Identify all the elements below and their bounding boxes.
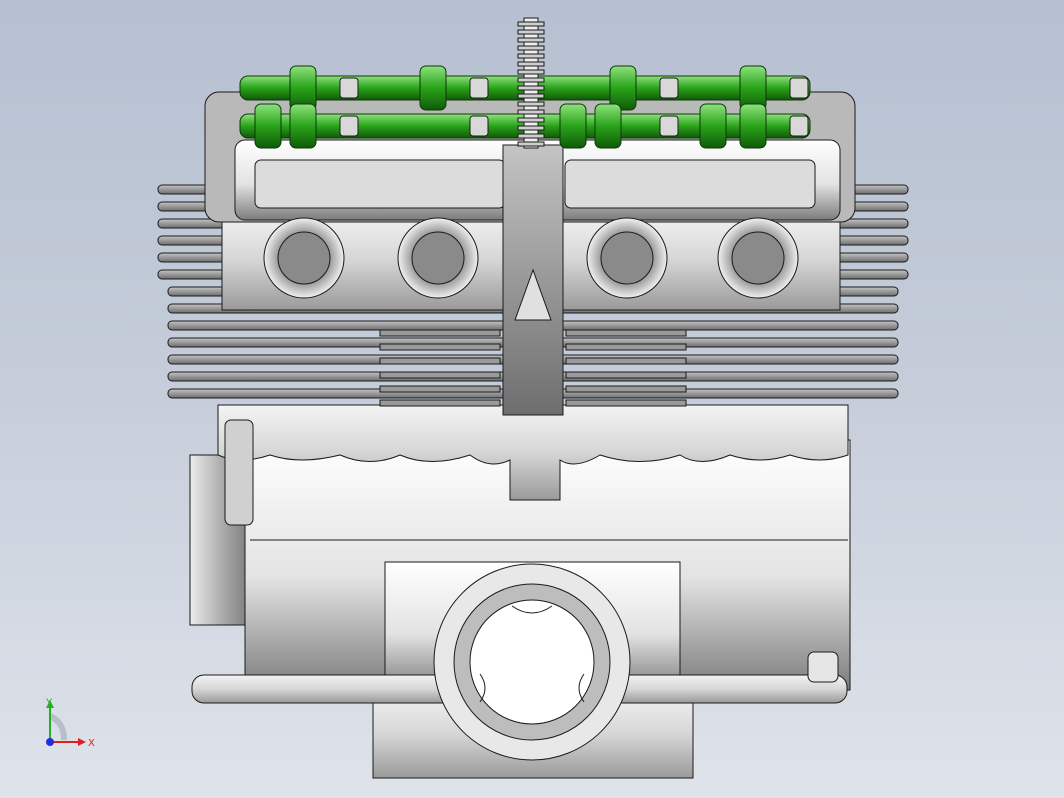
fin-groove (565, 357, 687, 365)
fin-groove (379, 385, 501, 393)
fin-groove (379, 357, 501, 365)
x-axis-arrow-icon (78, 738, 86, 746)
sprocket-tooth (517, 125, 545, 131)
cam-bearing-cap (659, 77, 679, 99)
fin-groove (379, 329, 501, 337)
cam-lobe (254, 103, 282, 149)
cam-bearing-cap (659, 115, 679, 137)
cam-lobe (739, 103, 767, 149)
sprocket-tooth (517, 141, 545, 147)
cam-bearing-cap (339, 115, 359, 137)
fin-groove (565, 371, 687, 379)
fin-groove (379, 371, 501, 379)
graphics-viewport[interactable]: Y X (0, 0, 1064, 798)
cam-lobe (609, 65, 637, 111)
engine-model[interactable] (0, 0, 1064, 798)
sprocket-tooth (517, 93, 545, 99)
sprocket-tooth (517, 61, 545, 67)
cam-bearing-cap (789, 77, 809, 99)
cam-lobe (289, 103, 317, 149)
fin-groove (565, 385, 687, 393)
cam-bearing-cap (789, 115, 809, 137)
fin-groove (565, 329, 687, 337)
sprocket-tooth (517, 101, 545, 107)
view-orientation-shadow (48, 713, 67, 741)
sprocket-tooth (517, 29, 545, 35)
y-axis-label: Y (45, 697, 53, 708)
sprocket-tooth (517, 69, 545, 75)
fin-groove (379, 399, 501, 407)
cam-lobe (559, 103, 587, 149)
cam-lobe (699, 103, 727, 149)
sprocket-tooth (517, 21, 545, 27)
sprocket-tooth (517, 133, 545, 139)
cam-bearing-cap (469, 115, 489, 137)
cam-lobe (594, 103, 622, 149)
sprocket-tooth (517, 117, 545, 123)
sprocket-tooth (517, 77, 545, 83)
cam-bearing-cap (469, 77, 489, 99)
sprocket-tooth (517, 109, 545, 115)
fin-groove (565, 399, 687, 407)
sprocket-tooth (517, 53, 545, 59)
cam-lobe (739, 65, 767, 111)
fin-groove (565, 343, 687, 351)
fin-groove (379, 343, 501, 351)
axis-triad: Y X (45, 697, 95, 749)
cam-bearing-cap (339, 77, 359, 99)
cam-lobe (419, 65, 447, 111)
z-axis-dot-icon (46, 738, 54, 746)
x-axis-label: X (88, 738, 95, 749)
cam-lobe (289, 65, 317, 111)
sprocket-tooth (517, 85, 545, 91)
sprocket-tooth (517, 37, 545, 43)
sprocket-tooth (517, 45, 545, 51)
